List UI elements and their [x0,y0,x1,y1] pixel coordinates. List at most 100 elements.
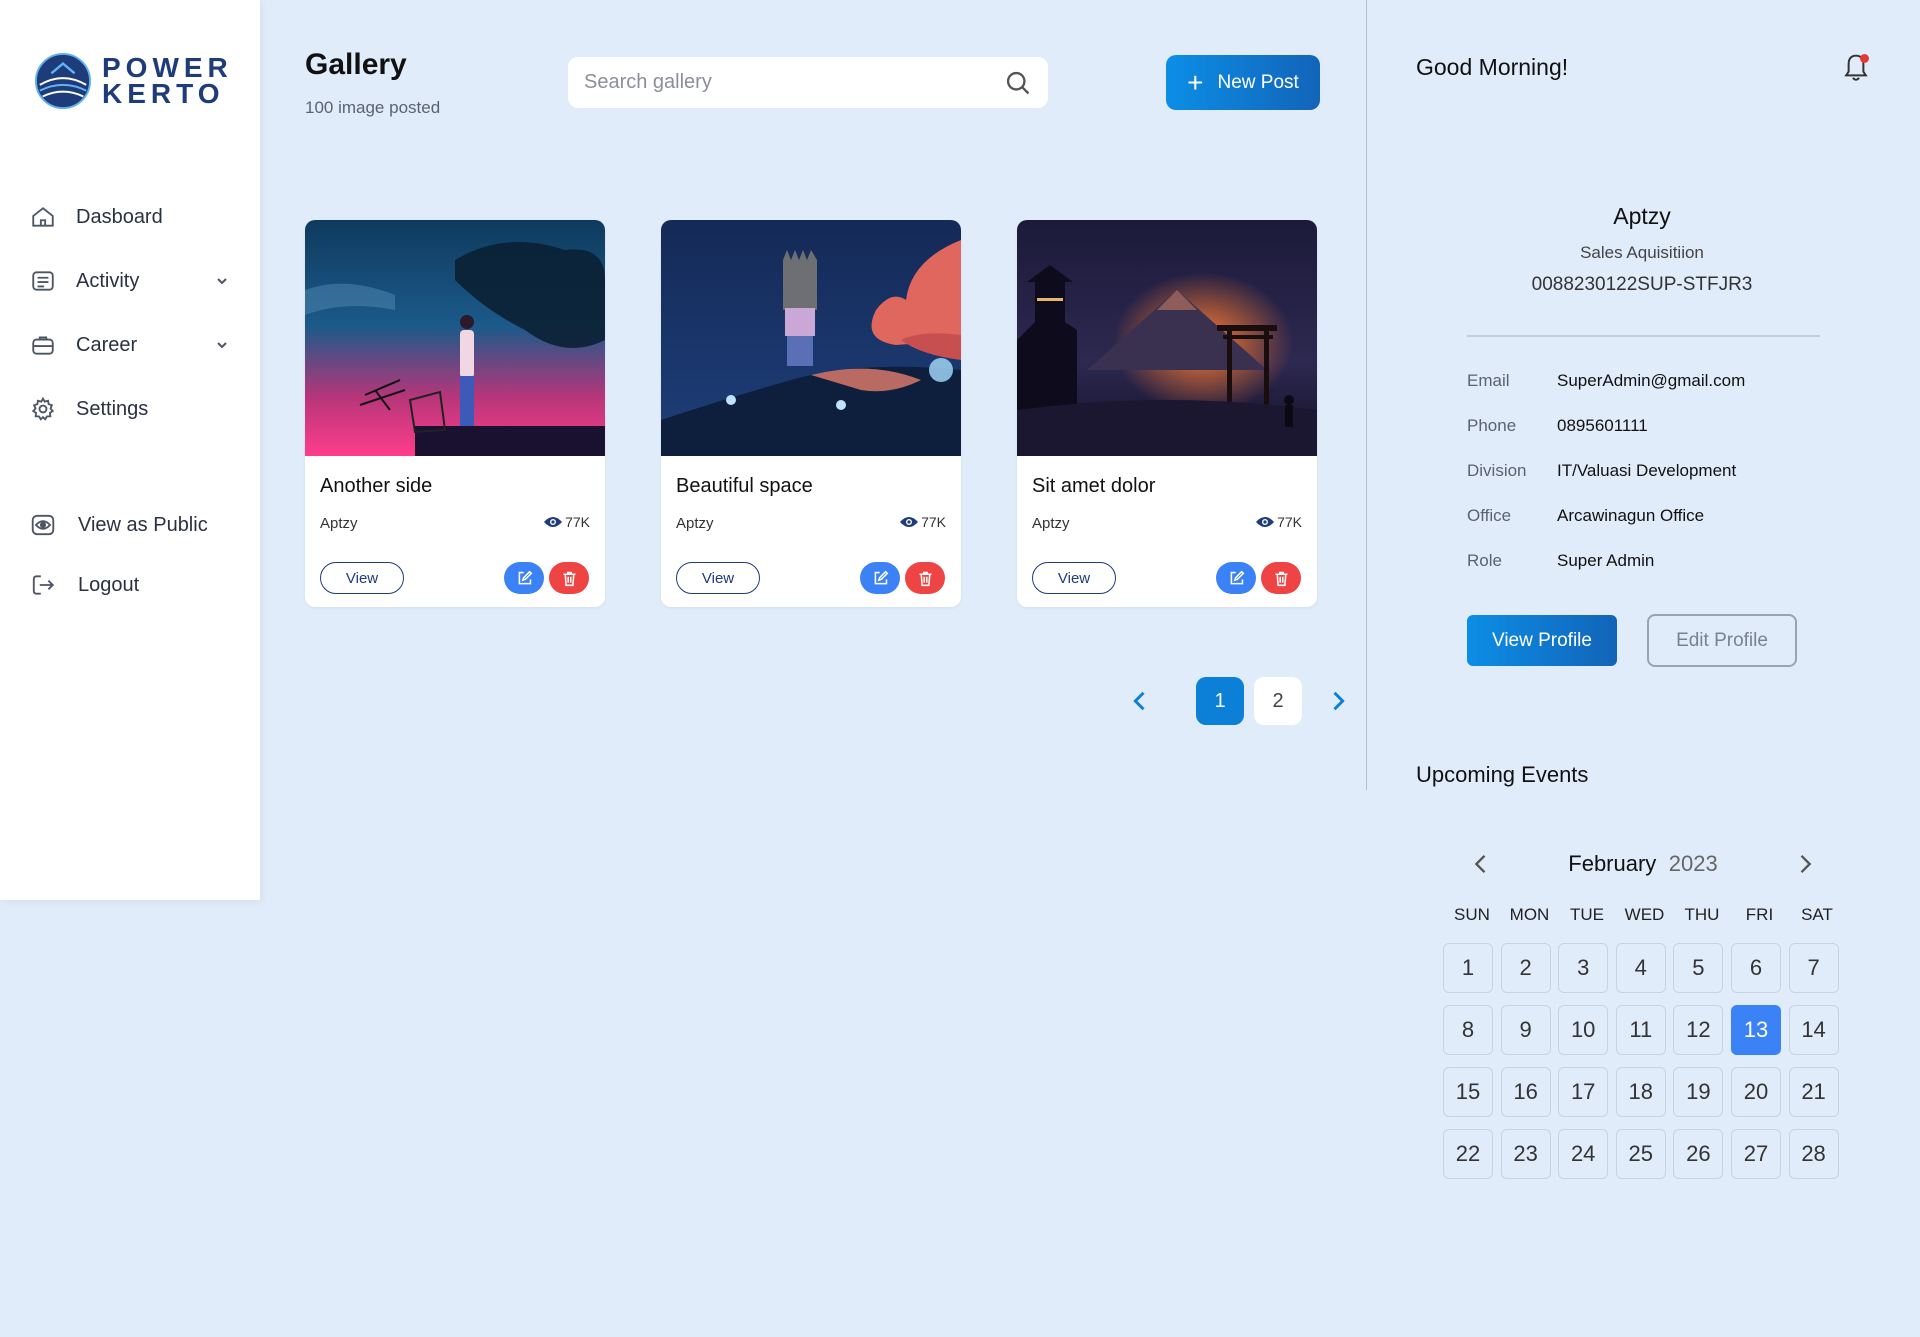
chevron-right-icon[interactable] [1324,687,1352,715]
info-row-phone: Phone 0895601111 [1467,416,1745,461]
new-post-button[interactable]: + New Post [1166,55,1320,110]
profile-role: Sales Aquisitiion [1580,243,1704,262]
search-icon[interactable] [1004,69,1032,97]
calendar-day[interactable]: 15 [1443,1067,1493,1117]
views-count: 77K [1277,514,1302,530]
notification-button[interactable] [1841,52,1871,84]
calendar-day[interactable]: 3 [1558,943,1609,993]
search-bar [568,57,1048,108]
calendar-grid: 1 2 3 4 5 6 7 8 9 10 11 12 13 14 15 16 17 18 19 20 21 22 23 24 2… [1443,943,1839,1179]
gallery-card[interactable]: Another side Aptzy 77K View [305,220,605,607]
pagination: 1 2 [1126,677,1352,725]
sidebar-item-career[interactable]: Career [30,313,230,377]
view-button[interactable]: View [320,562,404,594]
calendar-day[interactable]: 8 [1443,1005,1493,1055]
chevron-right-icon[interactable] [1791,850,1819,878]
view-button[interactable]: View [676,562,760,594]
calendar-day[interactable]: 17 [1558,1067,1609,1117]
calendar-day[interactable]: 21 [1788,1067,1839,1117]
calendar-day[interactable]: 7 [1788,943,1839,993]
edit-button[interactable] [860,562,900,594]
calendar-day[interactable]: 2 [1500,943,1551,993]
weekday-label: THU [1684,905,1720,924]
calendar-day[interactable]: 6 [1730,943,1781,993]
edit-icon [1230,570,1244,584]
calendar-day[interactable]: 25 [1615,1129,1666,1179]
calendar-day[interactable]: 5 [1673,943,1724,993]
gallery-card[interactable]: Sit amet dolor Aptzy 77K View [1017,220,1317,607]
edit-button[interactable] [1216,562,1256,594]
chevron-left-icon[interactable] [1467,850,1495,878]
calendar-day[interactable]: 4 [1615,943,1666,993]
card-author: Aptzy [320,515,358,532]
info-row-division: Division IT/Valuasi Development [1467,461,1745,506]
info-label: Division [1467,461,1527,480]
trash-icon [919,571,931,586]
search-input[interactable] [584,71,1004,94]
page-button-1[interactable]: 1 [1196,677,1244,725]
calendar-day-selected[interactable]: 13 [1730,1005,1781,1055]
calendar-day[interactable]: 18 [1615,1067,1666,1117]
calendar-day[interactable]: 26 [1673,1129,1724,1179]
sidebar-item-settings[interactable]: Settings [30,377,230,441]
calendar-day[interactable]: 10 [1558,1005,1609,1055]
calendar-day[interactable]: 16 [1500,1067,1551,1117]
chevron-left-icon[interactable] [1126,687,1154,715]
trash-icon [1275,571,1287,586]
page-button-2[interactable]: 2 [1254,677,1302,725]
card-image[interactable] [661,220,961,456]
upcoming-events-title: Upcoming Events [1416,762,1589,787]
gear-icon [31,396,55,421]
brand-logo[interactable]: POWER KERTO [34,52,233,110]
view-profile-button[interactable]: View Profile [1467,615,1617,666]
info-row-role: Role Super Admin [1467,551,1745,596]
delete-button[interactable] [549,562,589,594]
edit-icon [874,570,888,584]
profile-id: 0088230122SUP-STFJR3 [1531,274,1753,295]
info-value: SuperAdmin@gmail.com [1557,371,1746,390]
sidebar-item-logout[interactable]: Logout [30,555,230,615]
calendar-day[interactable]: 20 [1730,1067,1781,1117]
delete-button[interactable] [905,562,945,594]
eye-icon [544,517,563,527]
card-author: Aptzy [1032,515,1070,532]
calendar-day[interactable]: 12 [1673,1005,1724,1055]
chevron-down-icon [217,278,227,285]
logout-icon [32,575,55,595]
activity-icon [32,271,54,291]
sidebar-item-view-as-public[interactable]: View as Public [30,495,230,555]
gallery-grid: Another side Aptzy 77K View Beautiful sp… [305,220,1317,607]
card-image[interactable] [1017,220,1317,456]
calendar-day[interactable]: 24 [1558,1129,1609,1179]
edit-button[interactable] [504,562,544,594]
calendar-day[interactable]: 14 [1788,1005,1839,1055]
profile-info: Email SuperAdmin@gmail.com Phone 0895601… [1467,371,1745,596]
calendar-day[interactable]: 22 [1443,1129,1493,1179]
views-count: 77K [565,514,590,530]
notification-dot [1860,54,1869,63]
calendar-day[interactable]: 1 [1443,943,1493,993]
sidebar-nav: Dasboard Activity Career Settings [30,185,230,441]
profile-divider [1467,335,1820,337]
calendar-day[interactable]: 28 [1788,1129,1839,1179]
calendar-day[interactable]: 27 [1730,1129,1781,1179]
calendar-day[interactable]: 11 [1615,1005,1666,1055]
card-title: Sit amet dolor [1032,475,1156,497]
sidebar-item-dashboard[interactable]: Dasboard [30,185,230,249]
chevron-down-icon [217,342,227,349]
sidebar-item-label: Logout [78,573,140,596]
calendar-day[interactable]: 19 [1673,1067,1724,1117]
edit-profile-button[interactable]: Edit Profile [1647,614,1797,667]
card-image[interactable] [305,220,605,456]
gallery-card[interactable]: Beautiful space Aptzy 77K View [661,220,961,607]
card-author: Aptzy [676,515,714,532]
sidebar: POWER KERTO Dasboard Activity Career Set… [0,0,260,900]
view-button[interactable]: View [1032,562,1116,594]
delete-button[interactable] [1261,562,1301,594]
calendar-day[interactable]: 9 [1500,1005,1551,1055]
sidebar-item-activity[interactable]: Activity [30,249,230,313]
calendar-day[interactable]: 23 [1500,1129,1551,1179]
info-value: 0895601111 [1557,416,1648,435]
calendar-month-year: February 2023 [1568,851,1717,877]
info-label: Role [1467,551,1502,570]
